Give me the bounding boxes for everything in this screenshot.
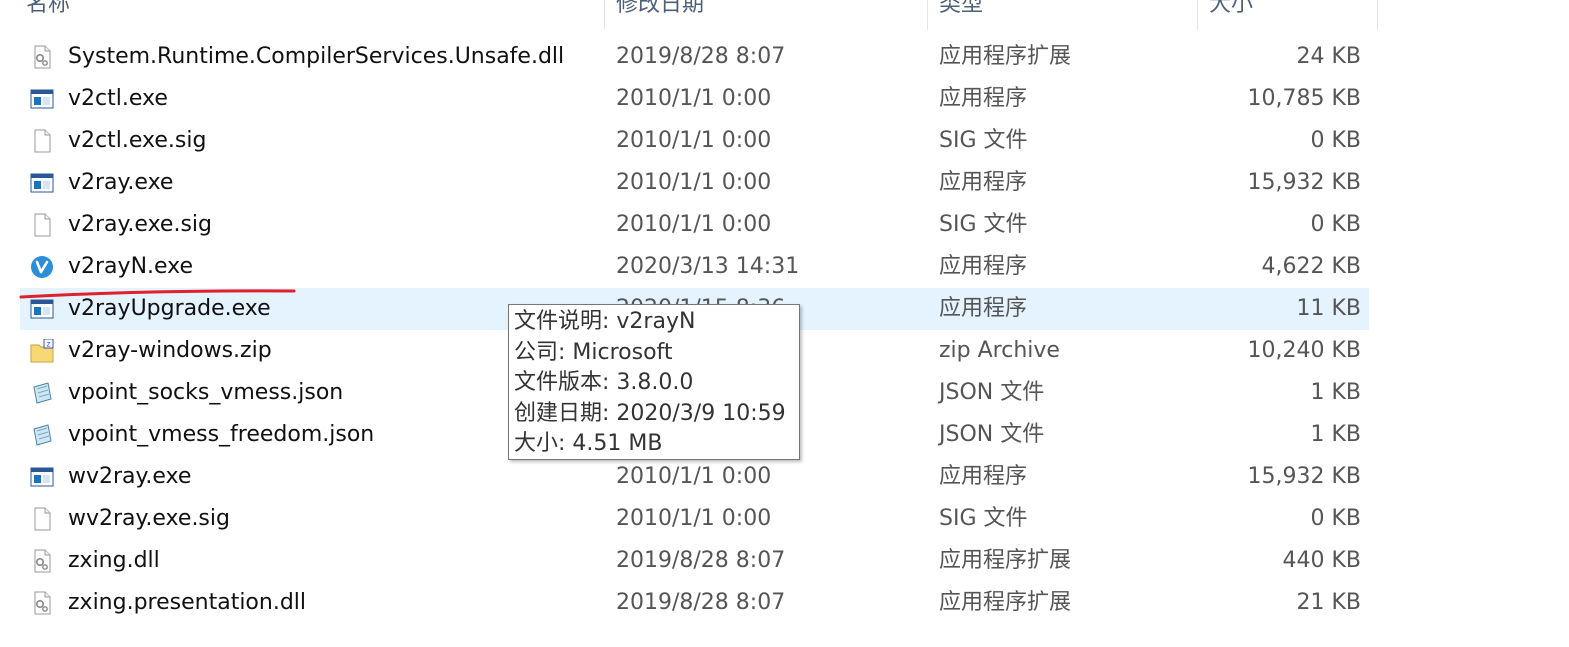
file-type: 应用程序扩展: [939, 590, 1072, 615]
column-header-bar: 名称 修改日期 类型 大小: [0, 0, 1569, 30]
file-size: 10,240 KB: [1247, 338, 1362, 363]
file-type: SIG 文件: [939, 212, 1028, 237]
file-name: wv2ray.exe: [68, 464, 192, 489]
file-row[interactable]: System.Runtime.CompilerServices.Unsafe.d…: [20, 36, 1369, 78]
dll-icon: [30, 549, 54, 573]
file-name: v2ray.exe: [68, 170, 174, 195]
file-type: 应用程序: [939, 464, 1028, 489]
column-header-date[interactable]: 修改日期: [616, 0, 704, 20]
file-name: vpoint_socks_vmess.json: [68, 380, 344, 405]
column-divider[interactable]: [604, 0, 605, 30]
file-type: 应用程序: [939, 170, 1028, 195]
file-type: 应用程序: [939, 296, 1028, 321]
exe-icon: [30, 297, 54, 321]
file-row[interactable]: zxing.presentation.dll 2019/8/28 8:07 应用程序…: [20, 582, 1369, 624]
file-name: zxing.dll: [68, 548, 160, 573]
file-name: v2rayN.exe: [68, 254, 194, 279]
file-size: 4,622 KB: [1261, 254, 1362, 279]
file-name: wv2ray.exe.sig: [68, 506, 230, 531]
file-type: SIG 文件: [939, 128, 1028, 153]
file-modified-date: 2010/1/1 0:00: [616, 212, 772, 237]
file-row[interactable]: v2ctl.exe 2010/1/1 0:00 应用程序 10,785 KB: [20, 78, 1369, 120]
file-modified-date: 2010/1/1 0:00: [616, 506, 772, 531]
file-icon: [30, 507, 54, 531]
file-size: 10,785 KB: [1247, 86, 1362, 111]
tooltip-description: 文件说明: v2rayN: [514, 309, 696, 334]
file-type: JSON 文件: [939, 380, 1045, 405]
file-size: 0 KB: [1310, 506, 1361, 531]
tooltip-created: 创建日期: 2020/3/9 10:59: [514, 400, 786, 426]
file-size: 15,932 KB: [1247, 170, 1362, 195]
file-row[interactable]: wv2ray.exe 2010/1/1 0:00 应用程序 15,932 KB: [20, 456, 1369, 498]
file-tooltip: 文件说明: v2rayN 公司: Microsoft 文件版本: 3.8.0.0…: [508, 304, 800, 460]
file-type: 应用程序: [939, 254, 1028, 279]
v2rayn-icon: [30, 255, 54, 279]
file-name: v2rayUpgrade.exe: [68, 296, 271, 321]
column-divider[interactable]: [1197, 0, 1198, 30]
file-name: vpoint_vmess_freedom.json: [68, 422, 375, 447]
file-modified-date: 2019/8/28 8:07: [616, 590, 786, 615]
file-type: 应用程序扩展: [939, 44, 1072, 69]
json-icon: [30, 381, 54, 405]
column-divider[interactable]: [1377, 0, 1378, 30]
file-modified-date: 2010/1/1 0:00: [616, 86, 772, 111]
file-type: JSON 文件: [939, 422, 1045, 447]
file-icon: [30, 129, 54, 153]
file-size: 24 KB: [1296, 44, 1361, 69]
file-row[interactable]: zxing.dll 2019/8/28 8:07 应用程序扩展 440 KB: [20, 540, 1369, 582]
file-size: 0 KB: [1310, 128, 1361, 153]
file-type: 应用程序扩展: [939, 548, 1072, 573]
file-name: v2ctl.exe.sig: [68, 128, 207, 153]
svg-text:z: z: [47, 340, 51, 349]
tooltip-size: 大小: 4.51 MB: [514, 431, 663, 456]
dll-icon: [30, 591, 54, 615]
exe-icon: [30, 87, 54, 111]
file-size: 21 KB: [1296, 590, 1361, 615]
file-modified-date: 2019/8/28 8:07: [616, 44, 786, 69]
file-row[interactable]: wv2ray.exe.sig 2010/1/1 0:00 SIG 文件 0 KB: [20, 498, 1369, 540]
file-size: 1 KB: [1310, 380, 1361, 405]
file-modified-date: 2010/1/1 0:00: [616, 128, 772, 153]
file-size: 11 KB: [1296, 296, 1361, 321]
zip-icon: z: [30, 338, 54, 363]
column-header-name[interactable]: 名称: [26, 0, 70, 20]
file-size: 440 KB: [1282, 548, 1361, 573]
file-name: v2ctl.exe: [68, 86, 168, 111]
file-icon: [30, 213, 54, 237]
json-icon: [30, 423, 54, 447]
file-row[interactable]: v2ctl.exe.sig 2010/1/1 0:00 SIG 文件 0 KB: [20, 120, 1369, 162]
exe-icon: [30, 465, 54, 489]
file-name: v2ray.exe.sig: [68, 212, 212, 237]
file-size: 15,932 KB: [1247, 464, 1362, 489]
file-type: SIG 文件: [939, 506, 1028, 531]
file-modified-date: 2010/1/1 0:00: [616, 170, 772, 195]
file-row[interactable]: v2ray.exe.sig 2010/1/1 0:00 SIG 文件 0 KB: [20, 204, 1369, 246]
tooltip-version: 文件版本: 3.8.0.0: [514, 370, 694, 395]
column-header-size[interactable]: 大小: [1209, 0, 1253, 20]
tooltip-company: 公司: Microsoft: [514, 339, 673, 365]
column-header-type[interactable]: 类型: [939, 0, 983, 20]
file-type: zip Archive: [939, 338, 1060, 363]
file-name: System.Runtime.CompilerServices.Unsafe.d…: [68, 44, 565, 69]
file-modified-date: 2010/1/1 0:00: [616, 464, 772, 489]
column-divider[interactable]: [927, 0, 928, 30]
file-size: 0 KB: [1310, 212, 1361, 237]
file-row[interactable]: v2rayN.exe 2020/3/13 14:31 应用程序 4,622 KB: [20, 246, 1369, 288]
file-modified-date: 2020/3/13 14:31: [616, 254, 800, 279]
file-modified-date: 2019/8/28 8:07: [616, 548, 786, 573]
file-name: v2ray-windows.zip: [68, 338, 272, 363]
file-type: 应用程序: [939, 86, 1028, 111]
exe-icon: [30, 171, 54, 195]
file-size: 1 KB: [1310, 422, 1361, 447]
dll-icon: [30, 45, 54, 69]
file-row[interactable]: v2ray.exe 2010/1/1 0:00 应用程序 15,932 KB: [20, 162, 1369, 204]
file-name: zxing.presentation.dll: [68, 590, 307, 615]
